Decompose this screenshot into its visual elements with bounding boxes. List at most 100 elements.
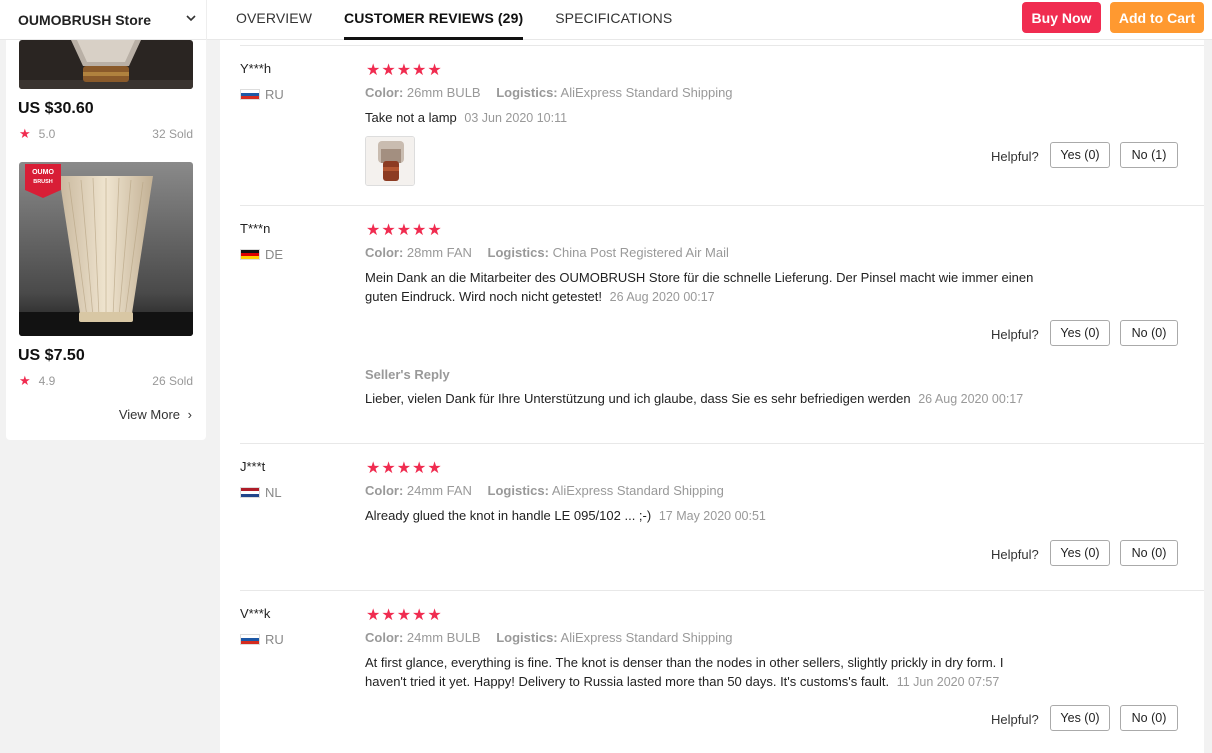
divider bbox=[240, 45, 1204, 46]
rating-value: 4.9 bbox=[38, 374, 56, 388]
flag-ru-icon bbox=[240, 634, 260, 645]
product-image[interactable] bbox=[19, 40, 193, 89]
country-code: RU bbox=[265, 87, 284, 102]
star-icon: ★ bbox=[19, 373, 31, 388]
top-bar: OUMOBRUSH Store OVERVIEW CUSTOMER REVIEW… bbox=[0, 0, 1212, 40]
helpful-yes-button[interactable]: Yes (0) bbox=[1050, 540, 1110, 566]
flag-ru-icon bbox=[240, 89, 260, 100]
helpful-label: Helpful? bbox=[991, 327, 1039, 342]
seller-reply-body: Lieber, vielen Dank für Ihre Unterstützu… bbox=[365, 391, 911, 406]
helpful-label: Helpful? bbox=[991, 149, 1039, 164]
product-sold-count: 32 Sold bbox=[152, 127, 193, 141]
logistics-label: Logistics: bbox=[487, 483, 549, 498]
tab-bar: OVERVIEW CUSTOMER REVIEWS (29) SPECIFICA… bbox=[236, 0, 704, 40]
add-to-cart-button[interactable]: Add to Cart bbox=[1110, 2, 1204, 33]
review-body: Take not a lamp bbox=[365, 110, 457, 125]
product-sold-count: 26 Sold bbox=[152, 374, 193, 388]
rating-value: 5.0 bbox=[38, 127, 56, 141]
rating-stars: ★★★★★ bbox=[366, 62, 443, 79]
review-text: Already glued the knot in handle LE 095/… bbox=[365, 506, 1065, 526]
badge-logo-text: BRUSH bbox=[33, 179, 53, 185]
color-value: 24mm BULB bbox=[406, 630, 481, 645]
logistics-value: AliExpress Standard Shipping bbox=[551, 483, 724, 498]
tab-overview[interactable]: OVERVIEW bbox=[236, 0, 312, 40]
helpful-label: Helpful? bbox=[991, 712, 1039, 727]
reviewer-name: T***n bbox=[240, 221, 271, 236]
star-icon: ★ bbox=[19, 126, 31, 141]
tab-customer-reviews[interactable]: CUSTOMER REVIEWS (29) bbox=[344, 0, 524, 40]
badge-logo-text: OUMO bbox=[32, 169, 54, 176]
helpful-no-button[interactable]: No (1) bbox=[1120, 142, 1178, 168]
helpful-yes-button[interactable]: Yes (0) bbox=[1050, 320, 1110, 346]
logistics-value: AliExpress Standard Shipping bbox=[560, 630, 733, 645]
reviewer-country: RU bbox=[240, 87, 284, 102]
color-label: Color: bbox=[365, 630, 404, 645]
rating-stars: ★★★★★ bbox=[366, 607, 443, 624]
review-text: Take not a lamp 03 Jun 2020 10:11 bbox=[365, 108, 1065, 128]
country-code: DE bbox=[265, 247, 284, 262]
view-more-label: View More bbox=[118, 407, 181, 422]
reviewer-name: V***k bbox=[240, 606, 271, 621]
store-selector[interactable]: OUMOBRUSH Store bbox=[0, 0, 207, 40]
review-meta: Color: 28mm FAN Logistics: China Post Re… bbox=[365, 245, 729, 260]
store-recommendations: US $30.60 ★ 5.0 32 Sold OUMO BRUSH US $7… bbox=[6, 40, 206, 440]
product-rating: ★ 4.9 bbox=[19, 373, 55, 389]
rating-stars: ★★★★★ bbox=[366, 222, 443, 239]
country-code: RU bbox=[265, 632, 284, 647]
helpful-no-button[interactable]: No (0) bbox=[1120, 320, 1178, 346]
product-price: US $7.50 bbox=[18, 347, 85, 364]
reviewer-country: RU bbox=[240, 632, 284, 647]
chevron-right-icon: › bbox=[187, 407, 192, 422]
color-value: 24mm FAN bbox=[406, 483, 472, 498]
store-name: OUMOBRUSH Store bbox=[18, 12, 152, 28]
seller-reply-date: 26 Aug 2020 00:17 bbox=[918, 392, 1024, 406]
product-price: US $30.60 bbox=[18, 100, 94, 117]
helpful-no-button[interactable]: No (0) bbox=[1120, 705, 1178, 731]
rating-stars: ★★★★★ bbox=[366, 460, 443, 477]
helpful-label: Helpful? bbox=[991, 547, 1039, 562]
product-image[interactable]: OUMO BRUSH bbox=[19, 162, 193, 336]
review-date: 11 Jun 2020 07:57 bbox=[896, 675, 1000, 689]
review-meta: Color: 26mm BULB Logistics: AliExpress S… bbox=[365, 85, 733, 100]
reviewer-name: J***t bbox=[240, 459, 266, 474]
helpful-yes-button[interactable]: Yes (0) bbox=[1050, 142, 1110, 168]
divider bbox=[240, 205, 1204, 206]
reviews-panel: Y***h RU ★★★★★ Color: 26mm BULB Logistic… bbox=[220, 40, 1204, 753]
reviewer-country: NL bbox=[240, 485, 282, 500]
divider bbox=[240, 590, 1204, 591]
buy-now-button[interactable]: Buy Now bbox=[1022, 2, 1101, 33]
helpful-yes-button[interactable]: Yes (0) bbox=[1050, 705, 1110, 731]
review-date: 17 May 2020 00:51 bbox=[658, 509, 766, 523]
review-date: 03 Jun 2020 10:11 bbox=[464, 111, 568, 125]
logistics-value: AliExpress Standard Shipping bbox=[560, 85, 733, 100]
color-value: 26mm BULB bbox=[406, 85, 481, 100]
seller-reply-text: Lieber, vielen Dank für Ihre Unterstützu… bbox=[365, 389, 1045, 409]
view-more-link[interactable]: View More › bbox=[119, 407, 192, 422]
reviewer-name: Y***h bbox=[240, 61, 272, 76]
flag-nl-icon bbox=[240, 487, 260, 498]
logistics-label: Logistics: bbox=[496, 85, 558, 100]
tab-specifications[interactable]: SPECIFICATIONS bbox=[555, 0, 672, 40]
seller-reply-label: Seller's Reply bbox=[365, 367, 450, 382]
color-value: 28mm FAN bbox=[406, 245, 472, 260]
country-code: NL bbox=[265, 485, 282, 500]
review-meta: Color: 24mm BULB Logistics: AliExpress S… bbox=[365, 630, 733, 645]
divider bbox=[240, 443, 1204, 444]
review-text: Mein Dank an die Mitarbeiter des OUMOBRU… bbox=[365, 268, 1065, 307]
color-label: Color: bbox=[365, 483, 404, 498]
review-photo-thumbnail[interactable] bbox=[365, 136, 415, 186]
flag-de-icon bbox=[240, 249, 260, 260]
logistics-label: Logistics: bbox=[487, 245, 549, 260]
chevron-down-icon bbox=[186, 15, 196, 22]
reviewer-country: DE bbox=[240, 247, 283, 262]
helpful-no-button[interactable]: No (0) bbox=[1120, 540, 1178, 566]
logistics-value: China Post Registered Air Mail bbox=[552, 245, 729, 260]
color-label: Color: bbox=[365, 85, 404, 100]
review-date: 26 Aug 2020 00:17 bbox=[609, 290, 715, 304]
review-body: Already glued the knot in handle LE 095/… bbox=[365, 508, 652, 523]
color-label: Color: bbox=[365, 245, 404, 260]
product-rating: ★ 5.0 bbox=[19, 126, 55, 142]
logistics-label: Logistics: bbox=[496, 630, 558, 645]
review-meta: Color: 24mm FAN Logistics: AliExpress St… bbox=[365, 483, 724, 498]
review-text: At first glance, everything is fine. The… bbox=[365, 653, 1045, 692]
